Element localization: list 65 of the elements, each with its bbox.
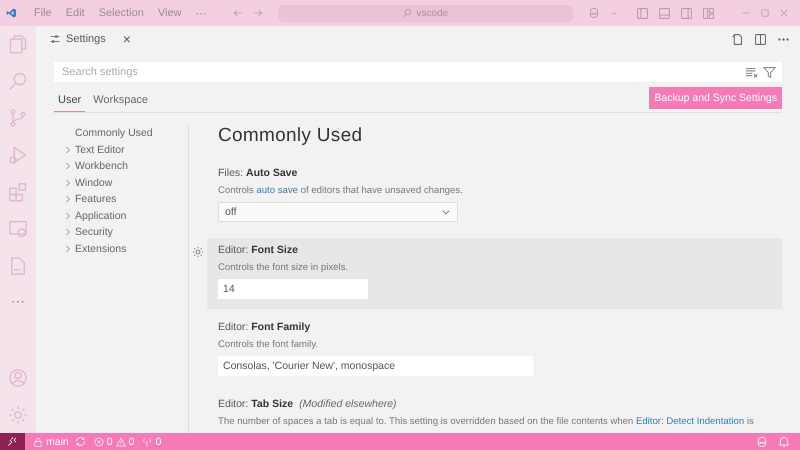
search-icon[interactable] [8,71,28,91]
source-control-icon[interactable] [8,108,28,128]
robot-face-icon[interactable] [756,436,768,448]
toc-item[interactable]: Workbench [75,160,128,172]
text-input[interactable]: Consolas, 'Courier New', monospace [218,356,533,376]
filter-icon[interactable] [763,66,776,78]
warning-icon [116,436,126,446]
setting-description: Controls the font family. [218,339,318,350]
modified-note: (Modified elsewhere) [299,398,397,410]
remote-button[interactable] [0,433,25,450]
toc-item[interactable]: Application [75,210,126,222]
setting-label: Editor: Font Size [218,244,298,256]
scope-tab[interactable]: Workspace [89,94,152,112]
chevron-down-icon[interactable] [610,9,618,17]
toc-item[interactable]: Window [75,176,112,189]
open-file-icon[interactable] [731,32,744,46]
robot-face-icon[interactable] [587,7,601,19]
app-logo-icon [6,6,17,20]
run-debug-icon[interactable] [8,145,28,165]
toc-item[interactable]: Security [75,226,113,238]
sliders-icon [50,34,60,44]
setting-description: Controls auto save of editors that have unsaved changes. [218,185,463,196]
settings-icon[interactable] [192,246,204,258]
setting-description: Controls the font size in pixels. [218,262,348,273]
account-icon[interactable] [8,368,28,388]
maximize-icon[interactable] [760,8,770,18]
antenna-icon [142,436,152,446]
toc-item[interactable]: Features [75,193,116,206]
error-icon [94,436,104,446]
document-icon[interactable] [8,256,28,276]
tab-close-button[interactable]: × [116,31,137,47]
scope-tab[interactable]: User [54,94,86,112]
bell-icon[interactable] [778,436,790,448]
toc-item[interactable]: Extensions [75,242,126,255]
layout-grid-icon[interactable] [702,6,715,20]
setting-description: The number of spaces a tab is equal to. This setting is overridden based on the file contents when Editor: Detect Indentation is [218,416,754,427]
section-title: Commonly Used [218,125,364,147]
toc-item[interactable]: Commonly Used [75,127,153,140]
search-field[interactable]: Search settings [54,62,782,82]
panel-bottom-icon[interactable] [658,6,671,20]
setting-label: Editor: Font Family [218,321,310,333]
editor-tab[interactable]: Settings [46,33,110,45]
search-settings-field[interactable]: Search settings [60,65,745,79]
search-icon [402,8,412,18]
number-input[interactable]: 14 [218,279,368,299]
more-button[interactable]: ⋯ [11,293,25,309]
back-arrow-icon[interactable] [232,7,244,19]
sidebar-left-icon[interactable] [636,6,649,20]
files-icon[interactable] [8,34,28,54]
setting-link[interactable]: auto save [256,185,298,196]
lock-icon [33,436,43,446]
close-icon[interactable] [779,8,789,18]
setting-label: Editor: Tab Size [218,398,294,410]
extensions-icon[interactable] [8,182,28,202]
split-editor-icon[interactable] [754,32,767,46]
sync-icon[interactable] [74,436,86,447]
toc-item[interactable]: Text Editor [75,144,125,156]
remote-icon [7,436,18,447]
remote-monitor-icon[interactable] [8,219,28,239]
sidebar-right-icon[interactable] [680,6,693,20]
setting-label: Files: Auto Save [218,167,298,179]
setting-link[interactable]: Editor: Detect Indentation [636,416,744,427]
clear-filter-icon[interactable] [745,66,758,78]
forward-arrow-icon[interactable] [252,7,264,19]
dropdown[interactable]: off [218,202,458,222]
